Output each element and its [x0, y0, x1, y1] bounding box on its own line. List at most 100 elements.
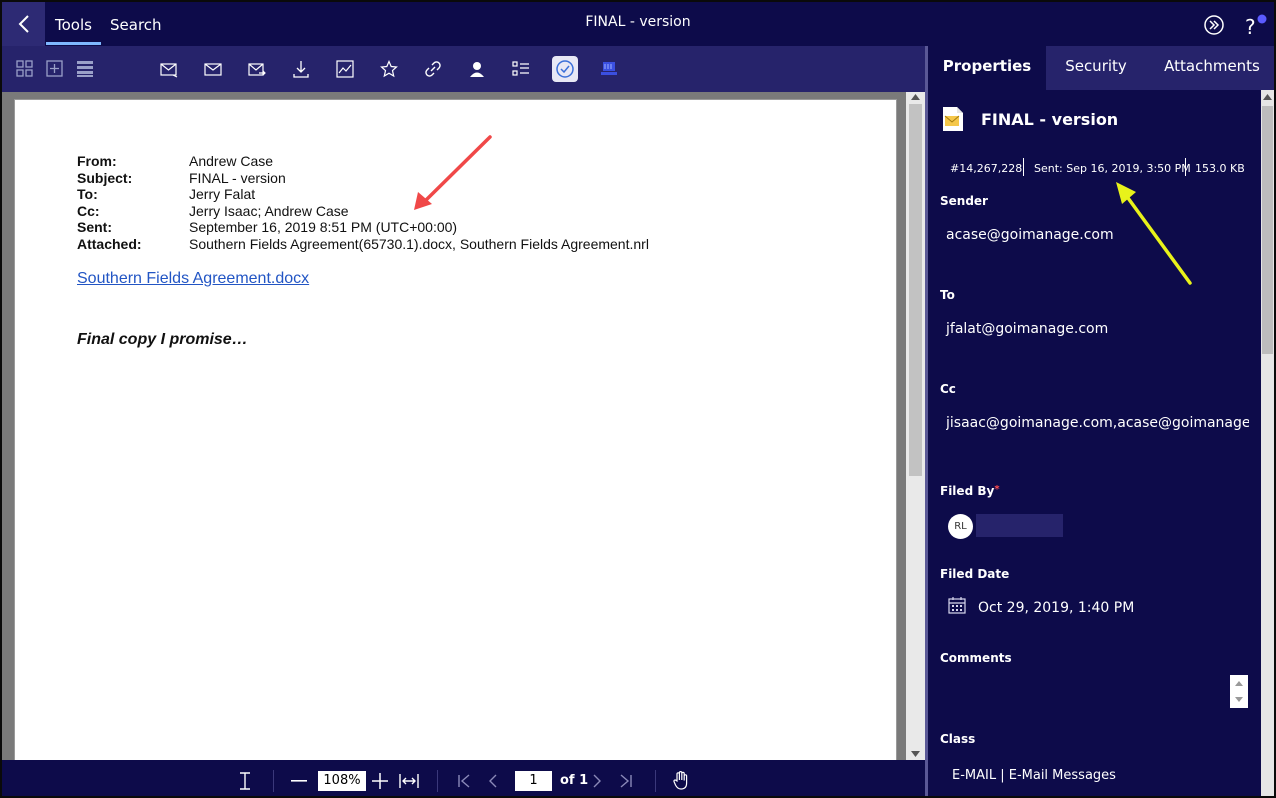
- checklist-icon[interactable]: [512, 60, 530, 78]
- header-attached: Attached: Southern Fields Agreement(65730…: [77, 236, 649, 253]
- divider: [273, 770, 274, 792]
- properties-tabs: Properties Security Attachments: [928, 46, 1274, 90]
- top-bar: Tools Search FINAL - version ?: [2, 2, 1274, 46]
- tab-security[interactable]: Security: [1046, 46, 1146, 90]
- filed-by-name-redacted[interactable]: [976, 514, 1063, 537]
- scroll-up-icon[interactable]: [1235, 681, 1243, 686]
- header-value: Jerry Isaac; Andrew Case: [189, 203, 349, 219]
- window-title: FINAL - version: [585, 14, 691, 30]
- email-send-icon[interactable]: [248, 60, 266, 78]
- class-label: Class: [940, 732, 976, 746]
- cc-label: Cc: [940, 382, 956, 396]
- class-value[interactable]: E-MAIL | E-Mail Messages: [952, 768, 1116, 783]
- header-label: Subject:: [77, 170, 133, 186]
- document-page: From: Andrew Case Subject: FINAL - version…: [15, 100, 896, 770]
- chevron-left-icon: [18, 15, 29, 33]
- pan-hand-icon[interactable]: [673, 771, 689, 790]
- scroll-up-icon[interactable]: [1263, 94, 1272, 100]
- app-window: Tools Search FINAL - version ? From: And…: [0, 0, 1276, 798]
- email-in-icon[interactable]: [160, 60, 178, 78]
- header-label: Sent:: [77, 219, 112, 235]
- header-label: From:: [77, 153, 117, 169]
- required-star: *: [994, 484, 1000, 495]
- svg-text:?: ?: [1245, 15, 1256, 39]
- tab-properties[interactable]: Properties: [928, 46, 1046, 90]
- cc-value[interactable]: jisaac@goimanage.com,acase@goimanage.com: [946, 415, 1249, 431]
- document-size: 153.0 KB: [1195, 162, 1245, 175]
- to-value[interactable]: jfalat@goimanage.com: [946, 321, 1108, 337]
- scroll-down-icon[interactable]: [911, 751, 920, 757]
- list-view-icon[interactable]: [76, 60, 94, 78]
- chart-icon[interactable]: [336, 60, 354, 78]
- email-icon[interactable]: [204, 60, 222, 78]
- star-icon[interactable]: [380, 60, 398, 78]
- red-arrow-annotation: [414, 135, 492, 210]
- calendar-icon[interactable]: [948, 596, 966, 614]
- header-value: Andrew Case: [189, 153, 274, 169]
- yellow-arrow-annotation: [1116, 182, 1192, 285]
- check-circle-icon[interactable]: [552, 56, 578, 82]
- header-value: FINAL - version: [189, 170, 286, 186]
- header-value: September 16, 2019 8:51 PM (UTC+00:00): [189, 219, 458, 235]
- panel-scrollbar[interactable]: [1261, 90, 1274, 796]
- zoom-input[interactable]: 108%: [318, 771, 366, 791]
- help-icon[interactable]: ?: [1242, 13, 1272, 39]
- page-number-input[interactable]: 1: [515, 771, 552, 791]
- add-icon[interactable]: [46, 60, 64, 78]
- link-icon[interactable]: [424, 60, 442, 78]
- back-button[interactable]: [2, 2, 45, 46]
- email-body: Final copy I promise…: [77, 331, 248, 348]
- scrollbar-thumb[interactable]: [909, 104, 922, 476]
- header-value: Jerry Falat: [189, 186, 256, 202]
- header-value: Southern Fields Agreement(65730.1).docx,…: [189, 236, 649, 252]
- tab-search[interactable]: Search: [110, 2, 162, 46]
- to-label: To: [940, 288, 955, 302]
- header-to: To: Jerry Falat: [77, 186, 255, 203]
- filed-date-value[interactable]: Oct 29, 2019, 1:40 PM: [978, 600, 1134, 616]
- viewer-bottom-bar: 108% 1 of 1: [2, 760, 925, 796]
- download-icon[interactable]: [292, 60, 310, 78]
- page-count: of 1: [560, 773, 589, 788]
- viewer-scrollbar[interactable]: [906, 92, 925, 760]
- meta-divider: [1185, 158, 1186, 176]
- scroll-down-icon[interactable]: [1235, 697, 1243, 702]
- viewer-toolbar: [2, 46, 925, 92]
- email-document-icon: [943, 107, 963, 131]
- header-cc: Cc: Jerry Isaac; Andrew Case: [77, 203, 349, 220]
- text-select-icon[interactable]: [238, 772, 252, 790]
- header-label: Cc:: [77, 203, 100, 219]
- document-title: FINAL - version: [981, 110, 1119, 129]
- avatar[interactable]: RL: [948, 514, 973, 539]
- zoom-out-icon[interactable]: [291, 780, 307, 782]
- zoom-in-icon[interactable]: [372, 773, 388, 789]
- filed-date-label: Filed Date: [940, 567, 1010, 581]
- document-viewer[interactable]: From: Andrew Case Subject: FINAL - version…: [2, 92, 925, 770]
- header-sent: Sent: September 16, 2019 8:51 PM (UTC+00:…: [77, 219, 457, 236]
- next-page-icon[interactable]: [591, 774, 603, 788]
- last-page-icon[interactable]: [619, 774, 633, 788]
- tab-tools[interactable]: Tools: [46, 2, 101, 46]
- grid-view-icon[interactable]: [16, 60, 34, 78]
- attachment-link[interactable]: Southern Fields Agreement.docx: [77, 270, 309, 288]
- double-chevron-right-icon[interactable]: [1204, 15, 1224, 35]
- meta-divider: [1023, 158, 1024, 176]
- sent-date: Sent: Sep 16, 2019, 3:50 PM: [1034, 162, 1191, 175]
- previous-page-icon[interactable]: [487, 774, 499, 788]
- filed-by-text: Filed By: [940, 484, 995, 498]
- first-page-icon[interactable]: [457, 774, 471, 788]
- sender-value[interactable]: acase@goimanage.com: [946, 227, 1114, 243]
- header-from: From: Andrew Case: [77, 153, 273, 170]
- header-label: Attached:: [77, 236, 142, 252]
- scroll-up-icon[interactable]: [911, 94, 920, 100]
- sender-label: Sender: [940, 194, 988, 208]
- comments-scroller[interactable]: [1230, 675, 1248, 708]
- filed-by-label: Filed By*: [940, 484, 1000, 498]
- tab-attachments[interactable]: Attachments: [1146, 46, 1274, 90]
- stamp-icon[interactable]: [600, 60, 618, 78]
- comments-label: Comments: [940, 651, 1012, 665]
- header-label: To:: [77, 186, 98, 202]
- scrollbar-thumb[interactable]: [1262, 106, 1273, 354]
- user-icon[interactable]: [468, 60, 486, 78]
- properties-panel: FINAL - version #14,267,228 Sent: Sep 16…: [928, 90, 1274, 796]
- fit-width-icon[interactable]: [399, 773, 419, 789]
